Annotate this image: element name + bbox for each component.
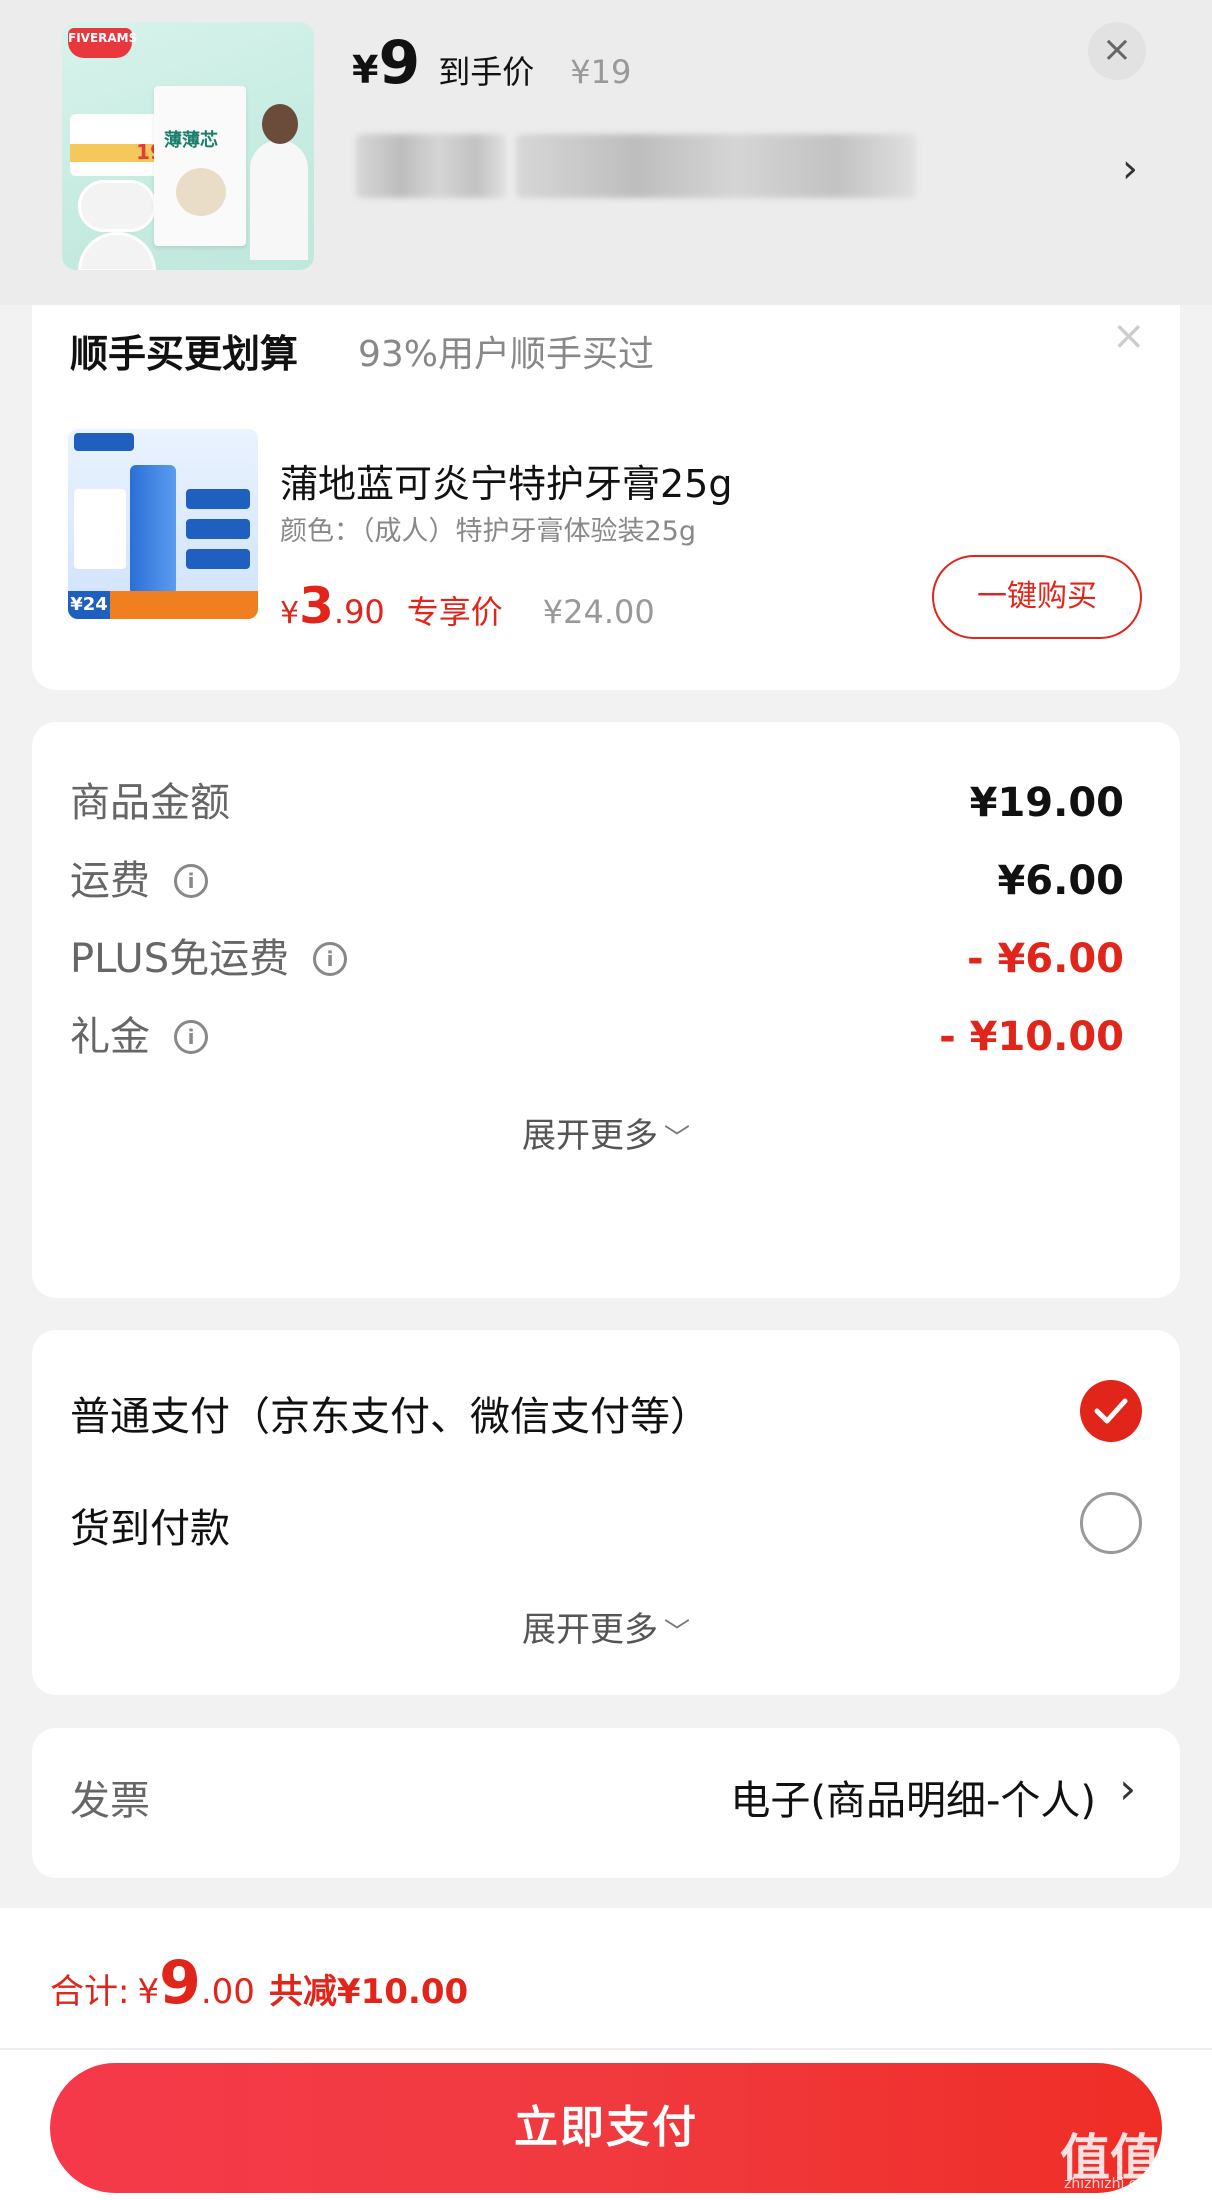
info-icon[interactable]: i [174, 864, 208, 898]
amount-value: - ¥10.00 [939, 1014, 1124, 1060]
amount-label: 礼金 [70, 1014, 150, 1060]
feature-chips [186, 489, 250, 579]
amount-value: ¥6.00 [997, 858, 1124, 904]
blurred-title-segment [356, 134, 506, 198]
addon-product-image[interactable]: ¥24 [68, 429, 258, 619]
close-icon[interactable]: × [1088, 22, 1146, 80]
total-symbol: ¥ [137, 1972, 160, 2012]
chevron-right-icon: › [1119, 1764, 1136, 1813]
price-tag: 专享价 [406, 593, 503, 631]
total-integer: 9 [159, 1948, 201, 2018]
brand-logo: FIVERAMS [68, 28, 137, 58]
bear-illustration [176, 168, 226, 216]
divider [0, 2048, 1212, 2050]
addon-subtitle: 93%用户顺手买过 [358, 334, 655, 375]
price-symbol: ¥ [280, 596, 300, 631]
price-decimal: .90 [333, 593, 385, 631]
blurred-title-segment [516, 134, 916, 198]
product-box: 薄薄芯 [154, 86, 246, 246]
amount-value: ¥19.00 [969, 780, 1124, 826]
invoice-row[interactable]: 发票 电子(商品明细-个人) › [32, 1728, 1180, 1878]
chevron-right-icon[interactable]: › [1122, 146, 1138, 192]
payment-option-cod[interactable]: 货到付款 [70, 1496, 230, 1554]
product-detail-circle [78, 232, 156, 270]
amount-summary-card: 商品金额 ¥19.00 运费 i ¥6.00 PLUS免运费 i - ¥6.00 礼… [32, 722, 1180, 1298]
original-price: ¥19 [570, 53, 632, 91]
price-symbol: ¥ [352, 48, 379, 92]
price-value: 9 [378, 28, 421, 98]
product-header: FIVERAMS 19 薄薄芯 ¥ 9 到手价 ¥19 × › [0, 0, 1212, 305]
total-label: 合计: [50, 1972, 130, 2012]
price-label: 到手价 [438, 53, 535, 91]
pay-now-button[interactable]: 立即支付 [50, 2063, 1162, 2193]
total-decimal: .00 [200, 1972, 255, 2012]
payment-option-online[interactable]: 普通支付（京东支付、微信支付等） [70, 1384, 710, 1442]
amount-row-goods: 商品金额 ¥19.00 [70, 768, 1124, 838]
toothpaste-tube [130, 465, 176, 595]
amount-label: 运费 [70, 858, 150, 904]
chevron-down-icon: ﹀ [663, 1124, 690, 1154]
price-integer: 3 [299, 577, 334, 635]
addon-product-spec: 颜色：（成人）特护牙膏体验装25g [280, 516, 696, 547]
checkmark-icon[interactable] [1080, 1380, 1142, 1442]
invoice-value: 电子(商品明细-个人) [730, 1778, 1096, 1824]
addon-price: ¥ 3 .90 专享价 ¥24.00 [280, 577, 655, 637]
close-icon[interactable]: × [1112, 313, 1146, 359]
chevron-down-icon: ﹀ [663, 1618, 690, 1648]
amount-row-shipping: 运费 i ¥6.00 [70, 846, 1124, 916]
expand-more-label: 展开更多 [521, 1610, 658, 1650]
order-total: 合计: ¥ 9 .00 共减¥10.00 [50, 1948, 468, 2028]
certificate-graphic [74, 489, 126, 569]
expand-more-button[interactable]: 展开更多 ﹀ [32, 1602, 1180, 1651]
total-saved: 共减¥10.00 [268, 1972, 469, 2012]
addon-product-name[interactable]: 蒲地蓝可炎宁特护牙膏25g [280, 453, 732, 508]
info-icon[interactable]: i [174, 1020, 208, 1054]
watermark-site: zhizhizhi.com [1064, 2176, 1159, 2192]
radio-button[interactable] [1080, 1492, 1142, 1554]
amount-label: PLUS免运费 [70, 936, 290, 982]
expand-more-label: 展开更多 [521, 1116, 658, 1156]
spokesperson-image [250, 104, 308, 260]
invoice-label: 发票 [70, 1778, 150, 1824]
checkout-bar: 合计: ¥ 9 .00 共减¥10.00 立即支付 [0, 1908, 1212, 2200]
product-thumbnail[interactable]: FIVERAMS 19 薄薄芯 [62, 22, 314, 270]
amount-value: - ¥6.00 [966, 936, 1124, 982]
one-click-buy-button[interactable]: 一键购买 [932, 555, 1142, 639]
original-price: ¥24.00 [542, 593, 655, 631]
addon-title: 顺手买更划算 [70, 332, 299, 376]
price-badge: ¥24 [68, 591, 110, 619]
brand-logo [74, 433, 134, 451]
product-detail-circle [78, 180, 156, 232]
amount-row-gift-money: 礼金 i - ¥10.00 [70, 1002, 1124, 1072]
header-price: ¥ 9 到手价 ¥19 [352, 28, 631, 98]
addon-card: 顺手买更划算 93%用户顺手买过 × ¥24 蒲地蓝可炎宁特护牙膏25g 颜色：… [32, 305, 1180, 690]
info-icon[interactable]: i [313, 942, 348, 976]
amount-row-plus-free-shipping: PLUS免运费 i - ¥6.00 [70, 924, 1124, 994]
expand-more-button[interactable]: 展开更多 ﹀ [32, 1108, 1180, 1157]
amount-label: 商品金额 [70, 780, 230, 826]
box-title: 薄薄芯 [164, 130, 218, 151]
payment-method-card: 普通支付（京东支付、微信支付等） 货到付款 展开更多 ﹀ [32, 1330, 1180, 1695]
